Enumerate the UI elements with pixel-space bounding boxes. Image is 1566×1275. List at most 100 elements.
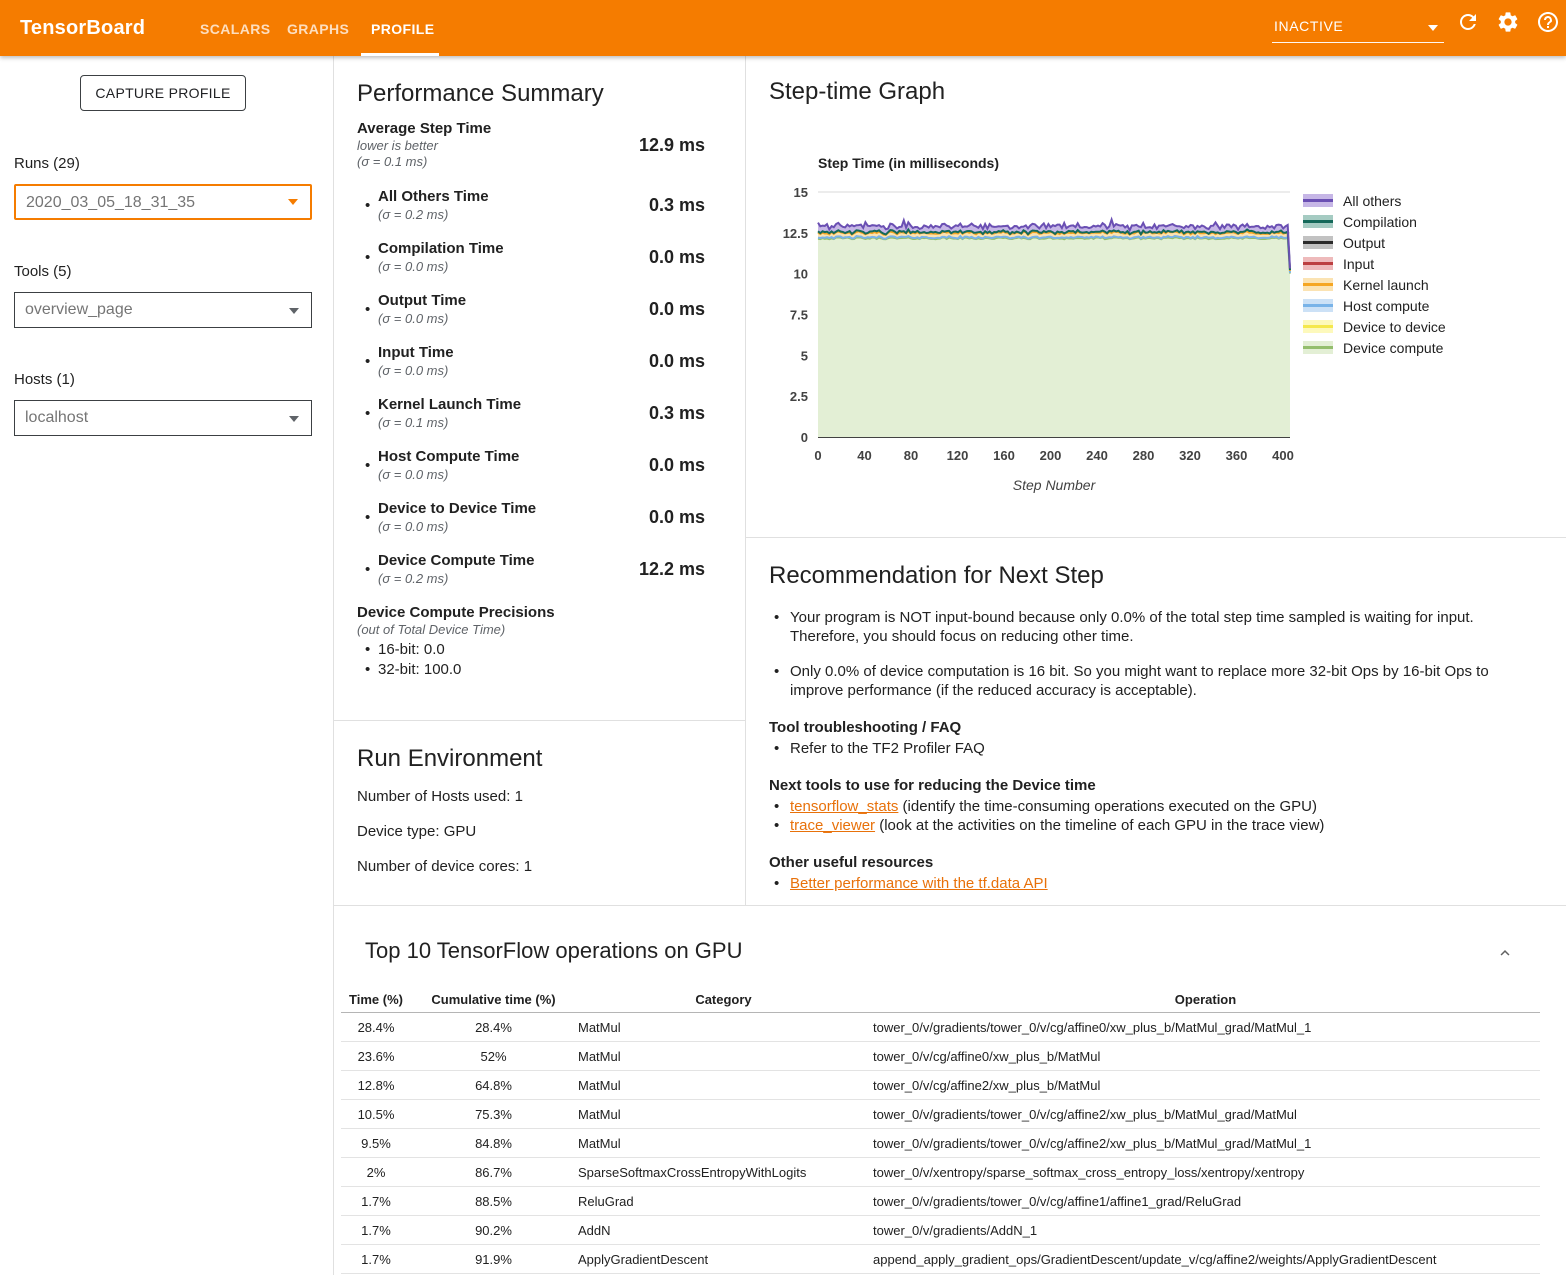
help-icon[interactable]: [1536, 10, 1560, 34]
column-header: Cumulative time (%): [411, 992, 576, 1007]
svg-text:280: 280: [1133, 448, 1155, 463]
metric-value: 0.0 ms: [649, 455, 705, 476]
recommendation-title: Recommendation for Next Step: [769, 562, 1545, 590]
table-row: 1.7% 90.2% AddN tower_0/v/gradients/AddN…: [341, 1216, 1540, 1245]
svg-text:5: 5: [801, 348, 808, 363]
perf-metric-row: • Host Compute Time (σ = 0.0 ms) 0.0 ms: [357, 448, 705, 483]
cell-operation: tower_0/v/gradients/tower_0/v/cg/affine2…: [871, 1136, 1540, 1151]
legend-item: Device compute: [1303, 337, 1446, 358]
legend-label: Device compute: [1343, 340, 1443, 356]
tab-scalars[interactable]: SCALARS: [200, 0, 270, 56]
link-desc: (identify the time-consuming operations …: [898, 798, 1317, 815]
perf-metric-row: • Device Compute Time (σ = 0.2 ms) 12.2 …: [357, 552, 705, 587]
chevron-down-icon: [289, 416, 299, 422]
svg-text:12.5: 12.5: [783, 226, 808, 241]
performance-summary-section: Performance Summary Average Step Time lo…: [357, 80, 705, 680]
svg-text:Step Number: Step Number: [1013, 477, 1097, 493]
legend-label: Input: [1343, 256, 1374, 272]
hosts-select-value: localhost: [25, 401, 88, 435]
link[interactable]: trace_viewer: [790, 817, 875, 834]
cell-cumulative: 91.9%: [411, 1252, 576, 1267]
metric-label: Device Compute Time: [378, 552, 639, 570]
tools-select[interactable]: overview_page: [14, 292, 312, 328]
perf-metric-row: • All Others Time (σ = 0.2 ms) 0.3 ms: [357, 188, 705, 223]
legend-label: Device to device: [1343, 319, 1446, 335]
svg-text:40: 40: [857, 448, 871, 463]
bullet-icon: •: [365, 509, 378, 527]
gear-icon[interactable]: [1496, 10, 1520, 34]
run-environment-section: Run Environment Number of Hosts used: 1 …: [357, 745, 717, 893]
tab-profile[interactable]: PROFILE: [371, 0, 434, 56]
metric-value: 0.3 ms: [649, 403, 705, 424]
metric-label: All Others Time: [378, 188, 649, 206]
svg-text:10: 10: [794, 267, 808, 282]
legend-swatch: [1303, 215, 1333, 228]
top-ops-section: Top 10 TensorFlow operations on GPU Time…: [341, 928, 1540, 1274]
tab-graphs[interactable]: GRAPHS: [287, 0, 349, 56]
chevron-up-icon[interactable]: [1496, 944, 1514, 962]
cell-cumulative: 28.4%: [411, 1020, 576, 1035]
metric-value: 0.3 ms: [649, 195, 705, 216]
performance-summary-title: Performance Summary: [357, 80, 705, 108]
link[interactable]: Better performance with the tf.data API: [790, 875, 1048, 892]
average-step-time-row: Average Step Time lower is better (σ = 0…: [357, 120, 705, 170]
column-header: Operation: [871, 992, 1540, 1007]
metric-sigma: (σ = 0.1 ms): [378, 414, 649, 431]
tools-label: Tools (5): [14, 263, 72, 280]
bullet-icon: •: [365, 249, 378, 267]
svg-text:240: 240: [1086, 448, 1108, 463]
legend-swatch: [1303, 320, 1333, 333]
recommendation-bullet: Your program is NOT input-bound because …: [769, 608, 1545, 646]
svg-text:320: 320: [1179, 448, 1201, 463]
status-select[interactable]: INACTIVE: [1272, 11, 1444, 43]
cell-operation: append_apply_gradient_ops/GradientDescen…: [871, 1252, 1540, 1267]
metric-value: 0.0 ms: [649, 247, 705, 268]
capture-profile-button[interactable]: CAPTURE PROFILE: [80, 75, 246, 111]
svg-text:400: 400: [1272, 448, 1294, 463]
bullet-icon: •: [365, 640, 378, 660]
cell-operation: tower_0/v/cg/affine2/xw_plus_b/MatMul: [871, 1078, 1540, 1093]
legend-item: Kernel launch: [1303, 274, 1446, 295]
run-environment-title: Run Environment: [357, 745, 717, 773]
metric-value: 0.0 ms: [649, 299, 705, 320]
cell-category: MatMul: [576, 1136, 871, 1151]
perf-metric-row: • Input Time (σ = 0.0 ms) 0.0 ms: [357, 344, 705, 379]
cell-time: 23.6%: [341, 1049, 411, 1064]
legend-label: Kernel launch: [1343, 277, 1429, 293]
bullet-icon: •: [365, 197, 378, 215]
cell-category: AddN: [576, 1223, 871, 1238]
sidebar-divider: [333, 56, 334, 1275]
cell-time: 1.7%: [341, 1252, 411, 1267]
cell-operation: tower_0/v/xentropy/sparse_softmax_cross_…: [871, 1165, 1540, 1180]
cell-time: 1.7%: [341, 1194, 411, 1209]
faq-heading: Tool troubleshooting / FAQ: [769, 719, 1545, 737]
runs-select[interactable]: 2020_03_05_18_31_35: [14, 184, 312, 220]
legend-swatch: [1303, 194, 1333, 207]
precisions-list: •16-bit: 0.0 •32-bit: 100.0: [357, 640, 705, 680]
cell-time: 12.8%: [341, 1078, 411, 1093]
top-ops-title: Top 10 TensorFlow operations on GPU: [365, 936, 1540, 966]
tools-select-value: overview_page: [25, 293, 133, 327]
reload-icon[interactable]: [1456, 10, 1480, 34]
legend-swatch: [1303, 299, 1333, 312]
cell-time: 2%: [341, 1165, 411, 1180]
chevron-down-icon: [289, 308, 299, 314]
table-row: 9.5% 84.8% MatMul tower_0/v/gradients/to…: [341, 1129, 1540, 1158]
metric-sigma: (σ = 0.0 ms): [378, 466, 649, 483]
legend-label: Host compute: [1343, 298, 1429, 314]
column-header: Category: [576, 992, 871, 1007]
hosts-select[interactable]: localhost: [14, 400, 312, 436]
step-time-graph-title: Step-time Graph: [769, 78, 945, 106]
cell-operation: tower_0/v/cg/affine0/xw_plus_b/MatMul: [871, 1049, 1540, 1064]
legend-label: Output: [1343, 235, 1385, 251]
next-tools-heading: Next tools to use for reducing the Devic…: [769, 777, 1545, 795]
metric-sigma: (σ = 0.0 ms): [378, 258, 649, 275]
bullet-icon: •: [365, 353, 378, 371]
table-row: 1.7% 91.9% ApplyGradientDescent append_a…: [341, 1245, 1540, 1274]
link[interactable]: tensorflow_stats: [790, 798, 898, 815]
table-row: 23.6% 52% MatMul tower_0/v/cg/affine0/xw…: [341, 1042, 1540, 1071]
cell-time: 9.5%: [341, 1136, 411, 1151]
list-item: trace_viewer (look at the activities on …: [769, 816, 1545, 835]
list-item: tensorflow_stats (identify the time-cons…: [769, 797, 1545, 816]
recommendation-bullets: Your program is NOT input-bound because …: [769, 608, 1545, 700]
